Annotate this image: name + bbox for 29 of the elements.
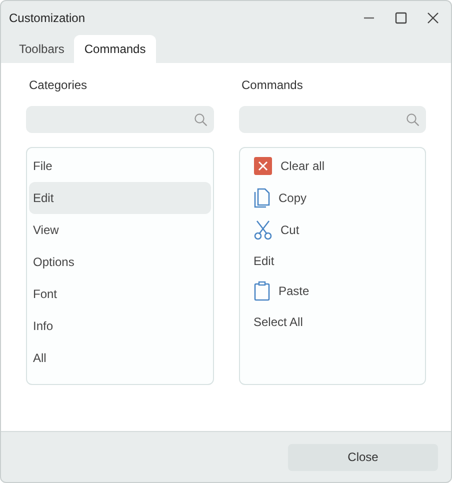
window-title: Customization: [9, 10, 86, 27]
search-icon: [406, 112, 420, 126]
copy-icon: [254, 188, 270, 208]
clipboard-icon: [254, 281, 270, 301]
category-item[interactable]: File: [29, 150, 210, 182]
maximize-icon[interactable]: [395, 12, 407, 24]
category-item[interactable]: All: [29, 342, 210, 374]
category-item[interactable]: Info: [29, 310, 210, 342]
close-button[interactable]: Close: [288, 444, 438, 470]
tab[interactable]: Toolbars: [9, 35, 74, 63]
section-label: Commands: [240, 78, 304, 92]
search-field[interactable]: [238, 106, 426, 133]
tab[interactable]: Commands: [74, 35, 156, 63]
category-item[interactable]: Options: [29, 246, 210, 278]
search-field[interactable]: [26, 106, 214, 133]
search-icon: [194, 112, 208, 126]
command-item[interactable]: Paste: [278, 282, 310, 300]
category-item[interactable]: Edit: [29, 182, 210, 214]
section-label: Categories: [28, 78, 88, 92]
scissors-icon: [254, 220, 272, 240]
command-item[interactable]: Copy: [278, 189, 307, 207]
command-item[interactable]: Select All: [254, 312, 303, 330]
command-item[interactable]: Edit: [254, 252, 274, 270]
category-item[interactable]: Font: [29, 278, 210, 310]
command-item[interactable]: Clear all: [280, 157, 325, 175]
delete-icon: [254, 157, 272, 175]
close-icon[interactable]: [427, 12, 439, 24]
command-item[interactable]: Cut: [280, 221, 300, 239]
category-item[interactable]: View: [29, 214, 210, 246]
